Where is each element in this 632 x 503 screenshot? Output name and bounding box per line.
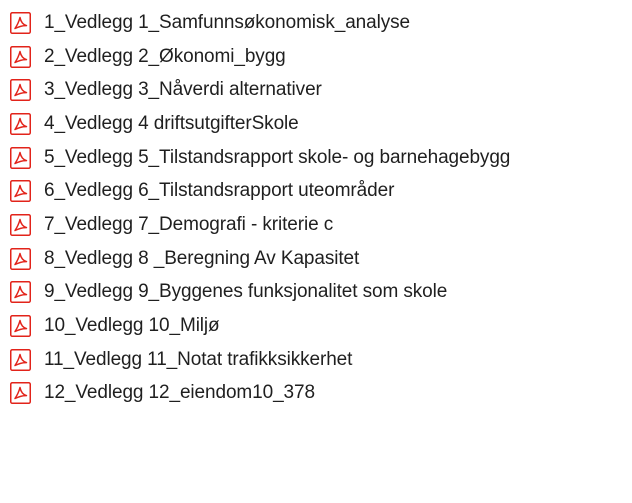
file-name: 8_Vedlegg 8 _Beregning Av Kapasitet	[44, 247, 360, 269]
pdf-icon	[10, 315, 31, 338]
pdf-icon	[10, 348, 31, 371]
file-item[interactable]: 11_Vedlegg 11_Notat trafikksikkerhet	[0, 343, 632, 377]
file-item[interactable]: 12_Vedlegg 12_eiendom10_378	[0, 377, 632, 411]
file-item[interactable]: 7_Vedlegg 7_Demografi - kriterie c	[0, 208, 632, 242]
file-name: 9_Vedlegg 9_Byggenes funksjonalitet som …	[44, 281, 448, 303]
file-item[interactable]: 6_Vedlegg 6_Tilstandsrapport uteområder	[0, 174, 632, 208]
pdf-icon	[10, 180, 31, 203]
file-item[interactable]: 8_Vedlegg 8 _Beregning Av Kapasitet	[0, 242, 632, 276]
file-list: 1_Vedlegg 1_Samfunnsøkonomisk_analyse 2_…	[0, 6, 632, 410]
file-name: 2_Vedlegg 2_Økonomi_bygg	[44, 45, 286, 67]
file-item[interactable]: 1_Vedlegg 1_Samfunnsøkonomisk_analyse	[0, 6, 632, 40]
file-name: 5_Vedlegg 5_Tilstandsrapport skole- og b…	[44, 146, 511, 168]
file-name: 12_Vedlegg 12_eiendom10_378	[44, 382, 315, 404]
file-item[interactable]: 9_Vedlegg 9_Byggenes funksjonalitet som …	[0, 276, 632, 310]
file-item[interactable]: 3_Vedlegg 3_Nåverdi alternativer	[0, 73, 632, 107]
file-name: 1_Vedlegg 1_Samfunnsøkonomisk_analyse	[44, 11, 410, 33]
pdf-icon	[10, 45, 31, 68]
file-name: 3_Vedlegg 3_Nåverdi alternativer	[44, 79, 322, 101]
file-name: 10_Vedlegg 10_Miljø	[44, 315, 220, 337]
file-item[interactable]: 5_Vedlegg 5_Tilstandsrapport skole- og b…	[0, 141, 632, 175]
file-item[interactable]: 10_Vedlegg 10_Miljø	[0, 309, 632, 343]
file-name: 7_Vedlegg 7_Demografi - kriterie c	[44, 213, 334, 235]
pdf-icon	[10, 79, 31, 102]
file-name: 4_Vedlegg 4 driftsutgifterSkole	[44, 112, 299, 134]
file-name: 6_Vedlegg 6_Tilstandsrapport uteområder	[44, 180, 395, 202]
pdf-icon	[10, 146, 31, 169]
file-item[interactable]: 2_Vedlegg 2_Økonomi_bygg	[0, 40, 632, 74]
pdf-icon	[10, 213, 31, 236]
file-item[interactable]: 4_Vedlegg 4 driftsutgifterSkole	[0, 107, 632, 141]
pdf-icon	[10, 281, 31, 304]
pdf-icon	[10, 247, 31, 270]
file-name: 11_Vedlegg 11_Notat trafikksikkerhet	[44, 348, 353, 370]
pdf-icon	[10, 382, 31, 405]
pdf-icon	[10, 11, 31, 34]
pdf-icon	[10, 112, 31, 135]
